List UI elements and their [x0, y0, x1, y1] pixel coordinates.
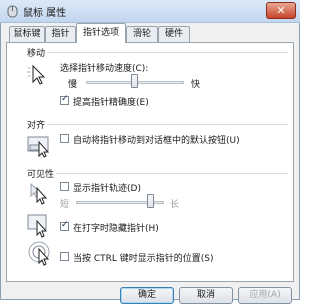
ctrl-locate-label[interactable]: 当按 CTRL 键时显示指针的位置(S) [73, 251, 214, 264]
close-button[interactable]: ✕ [266, 2, 296, 19]
tab-pointers[interactable]: 指针 [45, 26, 76, 42]
ok-button[interactable]: 确定 [120, 287, 174, 304]
speed-label: 选择指针移动速度(C): [60, 64, 149, 74]
tab-pointer-options[interactable]: 指针选项 [76, 23, 126, 43]
cursor-motion-icon [27, 64, 46, 85]
speed-slider-thumb[interactable] [131, 74, 138, 88]
hide-while-typing-label[interactable]: 在打字时隐藏指针(H) [73, 221, 159, 234]
hide-pointer-icon [27, 214, 48, 238]
tab-buttons[interactable]: 鼠标键 [9, 26, 45, 42]
tab-wheel[interactable]: 滑轮 [126, 26, 158, 42]
visibility-group-divider [36, 173, 288, 174]
precision-label[interactable]: 提高指针精确度(E) [73, 95, 149, 108]
hide-while-typing-checkbox[interactable] [60, 220, 69, 231]
cancel-button[interactable]: 取消 [179, 287, 233, 304]
snap-group-label: 对齐 [25, 118, 48, 131]
mouse-app-icon [7, 5, 18, 18]
snap-group-divider [30, 124, 288, 125]
trails-long-label: 长 [170, 200, 180, 210]
motion-group-label: 移动 [25, 46, 48, 59]
trails-checkbox[interactable] [60, 182, 69, 191]
ctrl-locate-checkbox[interactable] [60, 252, 69, 261]
visibility-group-label: 可见性 [25, 167, 57, 180]
trails-label[interactable]: 显示指针轨迹(D) [73, 181, 141, 194]
apply-button[interactable]: 应用(A) [238, 287, 292, 304]
snap-to-button-icon [27, 136, 50, 158]
window-title: 鼠标 属性 [23, 8, 67, 19]
motion-group-divider [30, 52, 288, 53]
precision-checkbox[interactable] [60, 94, 69, 105]
speed-slow-label: 慢 [68, 80, 78, 90]
trails-slider-thumb[interactable] [146, 194, 154, 208]
speed-fast-label: 快 [191, 80, 201, 90]
snap-label[interactable]: 自动将指针移动到对话框中的默认按钮(U) [73, 133, 240, 146]
ctrl-locate-icon [28, 241, 50, 266]
snap-checkbox[interactable] [60, 134, 69, 143]
pointer-trails-icon [30, 182, 48, 205]
trails-short-label: 短 [60, 200, 70, 210]
title-bar[interactable]: 鼠标 属性 ✕ [0, 0, 300, 23]
tab-hardware[interactable]: 硬件 [158, 26, 190, 42]
